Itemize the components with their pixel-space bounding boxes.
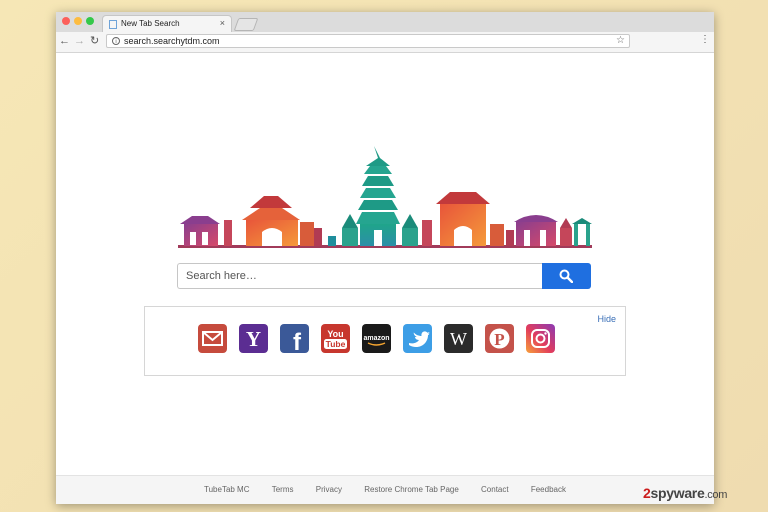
footer-link-tubetab[interactable]: TubeTab MC xyxy=(204,485,250,494)
youtube-link[interactable]: You Tube xyxy=(321,324,350,353)
amazon-label: amazon xyxy=(363,335,389,342)
yahoo-link[interactable]: Y xyxy=(239,324,268,353)
tab-bar: New Tab Search × xyxy=(56,12,714,33)
watermark-com: .com xyxy=(704,489,728,501)
reload-icon[interactable]: ↻ xyxy=(90,34,99,48)
footer-link-privacy[interactable]: Privacy xyxy=(316,485,342,494)
youtube-label-top: You xyxy=(327,329,343,339)
wikipedia-icon: W xyxy=(450,329,467,349)
footer-links: TubeTab MC Terms Privacy Restore Chrome … xyxy=(56,485,714,494)
close-window-button[interactable] xyxy=(62,17,70,25)
pinterest-link[interactable]: P xyxy=(485,324,514,353)
pinterest-letter: P xyxy=(494,330,504,349)
new-tab-button[interactable] xyxy=(233,18,259,31)
instagram-icon xyxy=(531,329,550,348)
instagram-link[interactable] xyxy=(526,324,555,353)
browser-toolbar: ← → ↻ i search.searchytdm.com ☆ ⋮ xyxy=(56,32,714,53)
browser-window: New Tab Search × ← → ↻ i search.searchyt… xyxy=(56,12,714,504)
back-arrow-icon[interactable]: ← xyxy=(59,34,70,48)
search-input[interactable] xyxy=(177,263,542,289)
footer-link-restore-chrome-tab[interactable]: Restore Chrome Tab Page xyxy=(364,485,459,494)
page-footer: TubeTab MC Terms Privacy Restore Chrome … xyxy=(56,475,714,504)
facebook-link[interactable]: f xyxy=(280,324,309,353)
bookmark-star-icon[interactable]: ☆ xyxy=(616,35,625,46)
yahoo-letter: Y xyxy=(246,327,261,351)
browser-menu-icon[interactable]: ⋮ xyxy=(700,35,710,45)
amazon-link[interactable]: amazon xyxy=(362,324,391,353)
search-button[interactable] xyxy=(542,263,591,289)
tab-title: New Tab Search xyxy=(121,19,180,28)
wikipedia-link[interactable]: W xyxy=(444,324,473,353)
quick-links-panel: Hide Y f You Tube amazon W P xyxy=(144,306,626,376)
facebook-icon: f xyxy=(293,329,302,353)
footer-link-contact[interactable]: Contact xyxy=(481,485,509,494)
wikipedia-letter: W xyxy=(450,329,467,349)
gmail-link[interactable] xyxy=(198,324,227,353)
city-skyline-illustration xyxy=(178,146,592,248)
watermark-two: 2 xyxy=(643,485,651,501)
mail-icon xyxy=(202,331,223,346)
pinterest-icon: P xyxy=(489,328,510,349)
page-favicon-icon xyxy=(109,20,117,29)
hide-link[interactable]: Hide xyxy=(597,314,616,324)
youtube-icon: You Tube xyxy=(324,329,347,349)
amazon-icon: amazon xyxy=(363,335,390,346)
watermark-2spyware: 2spyware.com xyxy=(643,485,727,501)
twitter-link[interactable] xyxy=(403,324,432,353)
footer-link-feedback[interactable]: Feedback xyxy=(531,485,566,494)
yahoo-icon: Y xyxy=(246,327,261,351)
maximize-window-button[interactable] xyxy=(86,17,94,25)
address-bar[interactable]: i search.searchytdm.com ☆ xyxy=(106,34,630,48)
tab-new-tab-search[interactable]: New Tab Search × xyxy=(102,15,232,33)
twitter-icon xyxy=(409,331,430,347)
tab-close-icon[interactable]: × xyxy=(220,18,225,28)
magnifier-icon xyxy=(559,269,573,283)
site-info-icon[interactable]: i xyxy=(112,37,120,45)
facebook-letter: f xyxy=(293,329,302,353)
footer-link-terms[interactable]: Terms xyxy=(272,485,294,494)
minimize-window-button[interactable] xyxy=(74,17,82,25)
url-text[interactable]: search.searchytdm.com xyxy=(124,36,220,46)
watermark-spyware: spyware xyxy=(650,485,705,501)
forward-arrow-icon[interactable]: → xyxy=(74,34,85,48)
youtube-label-bottom: Tube xyxy=(326,339,346,349)
